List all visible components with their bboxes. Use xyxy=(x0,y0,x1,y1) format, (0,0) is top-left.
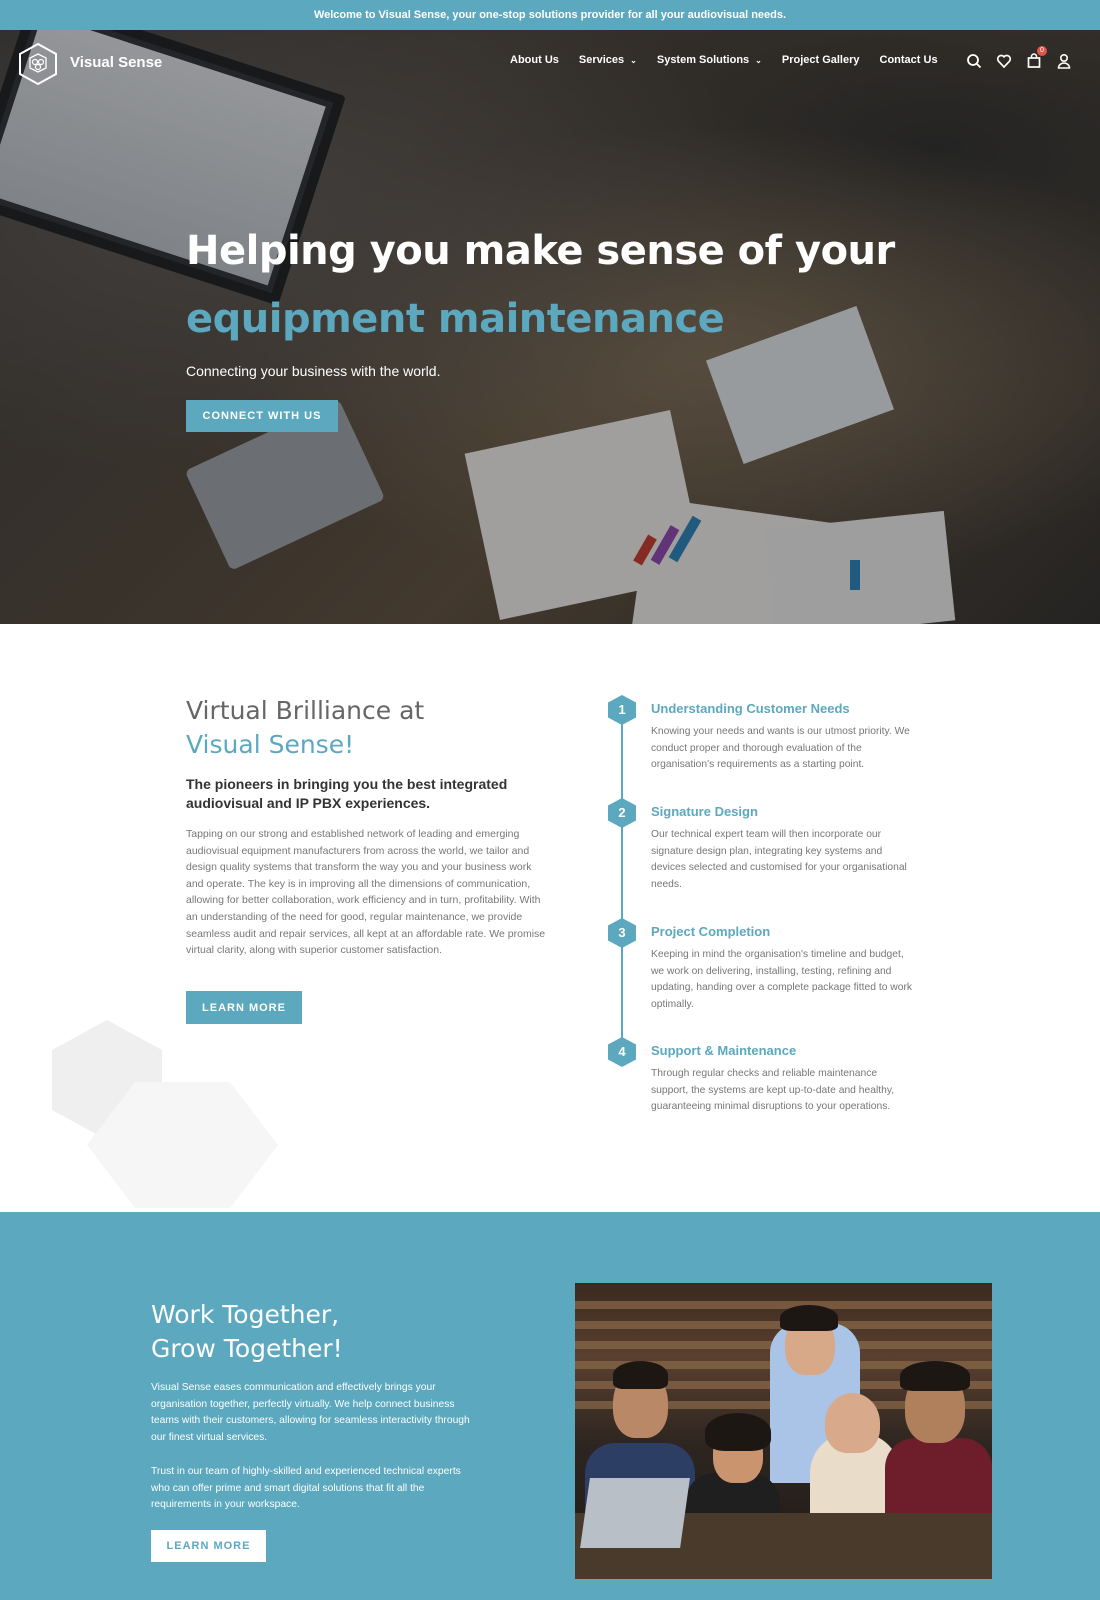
search-icon[interactable] xyxy=(966,52,982,70)
learn-more-button[interactable]: LEARN MORE xyxy=(151,1530,266,1562)
learn-more-button[interactable]: LEARN MORE xyxy=(186,991,302,1024)
step-title: Understanding Customer Needs xyxy=(651,701,850,716)
step-body: Keeping in mind the organisation's timel… xyxy=(651,949,913,1010)
step-number: 4 xyxy=(618,1044,626,1059)
decorative-hexagon xyxy=(87,1082,278,1208)
nav-item-label: Project Gallery xyxy=(781,54,860,66)
hero-title-highlight: equipment maintenance xyxy=(186,296,725,342)
main-navigation: Visual Sense About Us Services ⌄ System S… xyxy=(0,30,1100,94)
nav-item-label: Contact Us xyxy=(879,54,938,66)
logo-icon[interactable] xyxy=(18,42,58,86)
about-lead: The pioneers in bringing you the best in… xyxy=(186,776,508,811)
nav-item-contact-us[interactable]: Contact Us xyxy=(880,54,938,66)
connect-with-us-button[interactable]: CONNECT WITH US xyxy=(186,400,338,432)
together-heading: Work Together, xyxy=(151,1300,340,1329)
cart-button[interactable]: 0 xyxy=(1026,46,1047,70)
hero-title: Helping you make sense of your xyxy=(186,228,895,274)
nav-item-services[interactable]: Services ⌄ xyxy=(579,54,637,66)
team-photo xyxy=(575,1283,992,1579)
step-body: Knowing your needs and wants is our utmo… xyxy=(651,726,910,771)
chevron-down-icon: ⌄ xyxy=(755,55,762,65)
nav-item-system-solutions[interactable]: System Solutions ⌄ xyxy=(657,54,762,66)
step-number: 1 xyxy=(618,702,626,717)
nav-icons: 0 xyxy=(966,46,1072,70)
hero-subtitle: Connecting your business with the world. xyxy=(186,363,441,379)
step-title: Signature Design xyxy=(651,804,758,819)
step-title: Support & Maintenance xyxy=(651,1043,797,1058)
nav-item-label: System Solutions xyxy=(656,54,750,66)
steps-timeline-line xyxy=(621,710,623,1055)
step-number: 3 xyxy=(618,925,626,940)
about-heading: Virtual Brilliance at xyxy=(186,696,425,725)
step-body: Through regular checks and reliable main… xyxy=(651,1068,895,1113)
announcement-text: Welcome to Visual Sense, your one-stop s… xyxy=(313,9,787,21)
nav-links: About Us Services ⌄ System Solutions ⌄ Pro… xyxy=(510,54,958,66)
about-body: Tapping on our strong and established ne… xyxy=(186,828,546,957)
step-title: Project Completion xyxy=(651,924,771,939)
together-paragraph: Visual Sense eases communication and eff… xyxy=(151,1382,470,1443)
about-heading-highlight: Visual Sense! xyxy=(186,730,355,759)
announcement-bar: Welcome to Visual Sense, your one-stop s… xyxy=(0,0,1100,30)
step-body: Our technical expert team will then inco… xyxy=(651,829,907,890)
chevron-down-icon: ⌄ xyxy=(630,55,637,65)
cart-count-badge: 0 xyxy=(1037,46,1047,56)
step-number: 2 xyxy=(618,805,626,820)
nav-item-label: Services xyxy=(578,54,625,66)
together-heading-line2: Grow Together! xyxy=(151,1334,343,1363)
logo-text[interactable]: Visual Sense xyxy=(70,54,162,71)
together-paragraph: Trust in our team of highly-skilled and … xyxy=(151,1466,461,1511)
user-icon[interactable] xyxy=(1056,52,1072,70)
heart-icon[interactable] xyxy=(996,52,1012,70)
nav-item-about-us[interactable]: About Us xyxy=(510,54,559,66)
nav-item-label: About Us xyxy=(510,54,559,66)
nav-item-project-gallery[interactable]: Project Gallery xyxy=(782,54,860,66)
